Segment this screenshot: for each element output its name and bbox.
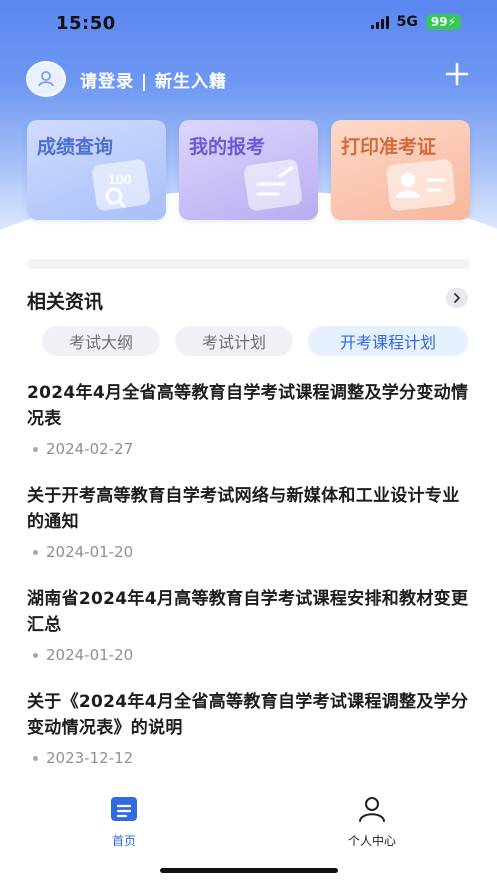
status-icons: 5G 99⚡ (370, 14, 461, 30)
status-bar: 15:50 5G 99⚡ (0, 0, 497, 48)
bullet-dot (33, 652, 38, 658)
battery-level: 99 (430, 15, 448, 29)
section-divider (27, 259, 470, 269)
signal-icon (370, 15, 389, 29)
news-tabs: 考试大纲 考试计划 开考课程计划 (27, 326, 470, 356)
news-date: 2023-12-12 (46, 749, 134, 767)
registration-icon (244, 159, 302, 211)
news-date-row: 2024-01-20 (27, 646, 470, 664)
bullet-dot (33, 755, 38, 761)
user-icon (359, 797, 385, 822)
section-title: 相关资讯 (27, 291, 104, 313)
tabbar-home-label: 首页 (111, 834, 136, 848)
score-icon-text: 100 (108, 171, 132, 187)
login-row[interactable]: 请登录 | 新生入籍 (26, 60, 471, 98)
chevron-right-icon (454, 293, 460, 303)
list-item[interactable]: 关于开考高等教育自学考试网络与新媒体和工业设计专业的通知 2024-01-20 (27, 483, 470, 561)
battery-icon: 99⚡ (425, 14, 461, 30)
tab-exam-plan[interactable]: 考试计划 (175, 326, 293, 356)
my-registration-card[interactable]: 我的报考 (179, 120, 318, 220)
quick-actions: 成绩查询 100 我的报考 打印准考证 (27, 120, 470, 220)
tabbar-profile-label: 个人中心 (347, 834, 396, 848)
add-icon[interactable] (445, 62, 469, 90)
bullet-dot (33, 446, 38, 452)
home-doc-icon (111, 797, 137, 821)
list-item[interactable]: 2024年4月全省高等教育自学考试课程调整及学分变动情况表 2024-02-27 (27, 380, 470, 458)
news-date-row: 2023-12-12 (27, 749, 470, 767)
score-query-card[interactable]: 成绩查询 100 (27, 120, 166, 220)
avatar-icon (38, 71, 54, 87)
home-indicator (160, 868, 338, 873)
news-date: 2024-01-20 (46, 646, 134, 664)
bottom-tab-bar: 首页 个人中心 (0, 796, 497, 856)
tabbar-home[interactable]: 首页 (64, 796, 184, 849)
news-title[interactable]: 湖南省2024年4月高等教育自学考试课程安排和教材变更汇总 (27, 586, 470, 638)
list-item[interactable]: 关于《2024年4月全省高等教育自学考试课程调整及学分变动情况表》的说明 202… (27, 689, 470, 767)
news-date: 2024-01-20 (46, 543, 134, 561)
news-date: 2024-02-27 (46, 440, 134, 458)
news-date-row: 2024-01-20 (27, 543, 470, 561)
news-title[interactable]: 2024年4月全省高等教育自学考试课程调整及学分变动情况表 (27, 380, 470, 432)
tab-course-plan[interactable]: 开考课程计划 (308, 326, 468, 356)
list-item[interactable]: 湖南省2024年4月高等教育自学考试课程安排和教材变更汇总 2024-01-20 (27, 586, 470, 664)
avatar[interactable] (26, 61, 66, 97)
score-icon: 100 (92, 159, 150, 211)
status-time: 15:50 (56, 13, 116, 34)
more-news-button[interactable] (446, 288, 468, 308)
admission-ticket-icon (386, 159, 456, 211)
news-date-row: 2024-02-27 (27, 440, 470, 458)
login-link[interactable]: 请登录 | 新生入籍 (80, 67, 227, 92)
news-title[interactable]: 关于开考高等教育自学考试网络与新媒体和工业设计专业的通知 (27, 483, 470, 535)
print-admission-card[interactable]: 打印准考证 (331, 120, 470, 220)
network-type: 5G (396, 14, 418, 30)
news-title[interactable]: 关于《2024年4月全省高等教育自学考试课程调整及学分变动情况表》的说明 (27, 689, 470, 741)
bullet-dot (33, 549, 38, 555)
tab-exam-outline[interactable]: 考试大纲 (42, 326, 160, 356)
tabbar-profile[interactable]: 个人中心 (312, 796, 432, 849)
